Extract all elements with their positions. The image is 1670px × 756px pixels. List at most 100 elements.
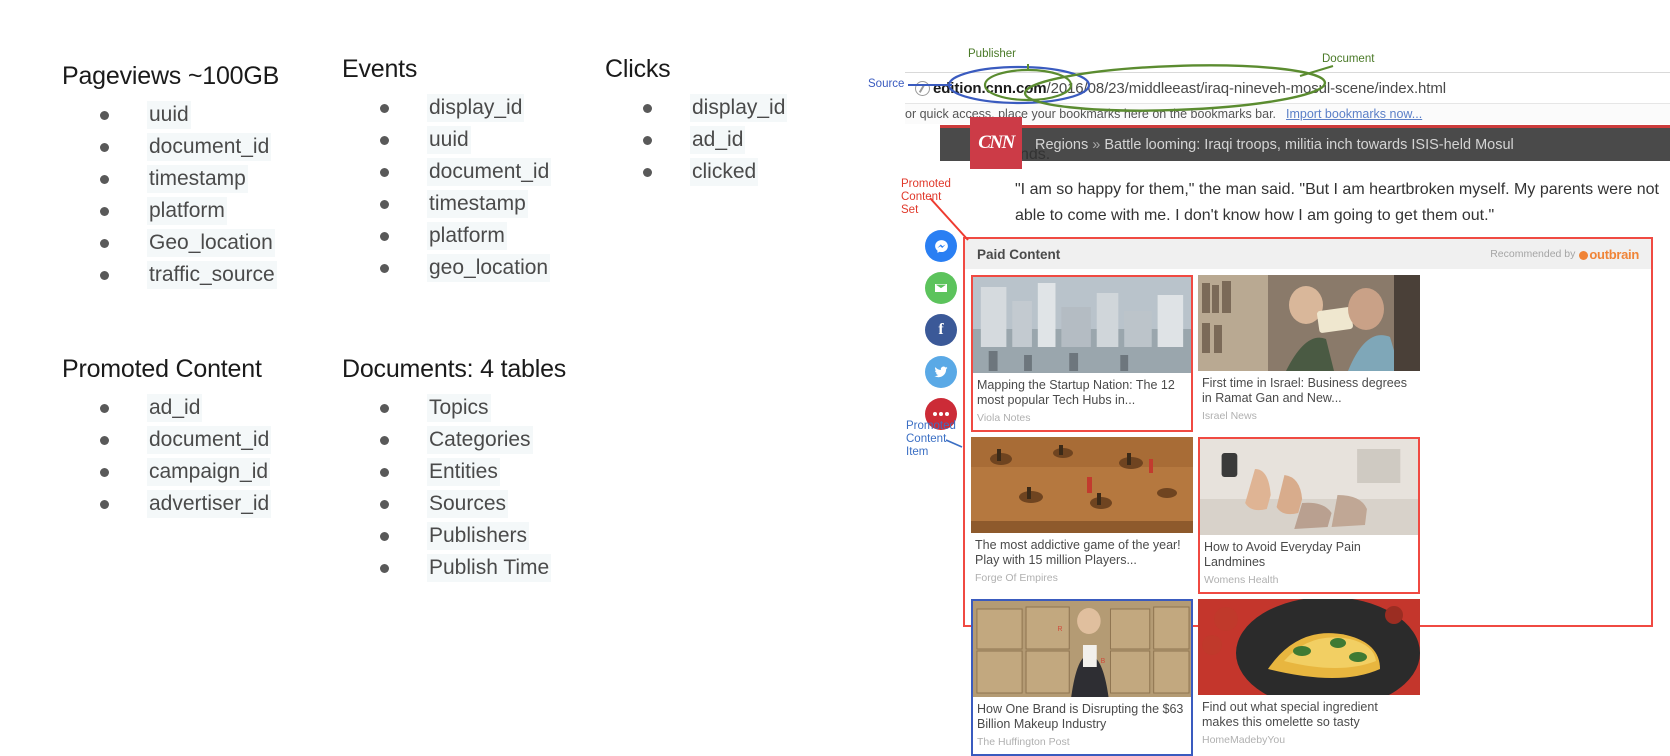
schema-title: Events	[342, 55, 418, 83]
field-label: platform	[147, 197, 227, 225]
field-label: timestamp	[427, 190, 528, 218]
field-row: uuid	[62, 99, 279, 131]
field-list: display_id ad_id clicked	[605, 92, 788, 188]
card-thumbnail-feet-heels	[1200, 439, 1418, 535]
field-row: geo_location	[342, 252, 551, 284]
field-label: Publish Time	[427, 554, 552, 582]
bullet-icon	[380, 435, 389, 445]
schema-title: Clicks	[605, 55, 671, 83]
field-label: traffic_source	[147, 261, 277, 289]
field-row: clicked	[605, 156, 787, 188]
field-row: uuid	[342, 124, 551, 156]
field-list: ad_id document_id campaign_id advertiser…	[62, 392, 272, 520]
field-label: Sources	[427, 490, 509, 518]
field-label: display_id	[690, 94, 788, 122]
field-label: display_id	[427, 94, 525, 122]
url-source-part: edition.	[933, 79, 986, 97]
svg-text:B: B	[1101, 658, 1106, 665]
facebook-icon[interactable]: f	[925, 314, 957, 346]
field-row: Publishers	[342, 520, 566, 552]
field-row: platform	[342, 220, 551, 252]
cnn-logo[interactable]: CNN	[970, 117, 1022, 169]
schema-block-documents: Documents: 4 tables Topics Categories En…	[342, 355, 566, 584]
bullet-icon	[380, 467, 389, 477]
bullet-icon	[100, 270, 109, 280]
field-label: document_id	[147, 426, 272, 454]
import-bookmarks-link[interactable]: Import bookmarks now...	[1286, 107, 1422, 121]
promoted-content-item[interactable]: RB How One Brand is Disrupting the $63 B…	[971, 599, 1193, 756]
bullet-icon	[380, 403, 389, 413]
email-icon[interactable]	[925, 272, 957, 304]
cnn-breadcrumb: Regions » Battle looming: Iraqi troops, …	[1035, 137, 1514, 153]
field-label: ad_id	[690, 126, 746, 154]
bullet-icon	[380, 167, 389, 177]
slide-root: Pageviews ~100GB uuid document_id timest…	[0, 0, 1670, 756]
messenger-icon[interactable]	[925, 230, 957, 262]
outbrain-logo[interactable]: outbrain	[1579, 247, 1639, 262]
schema-block-promoted-content: Promoted Content ad_id document_id campa…	[62, 355, 272, 520]
bullet-icon	[380, 563, 389, 573]
bullet-icon	[643, 135, 652, 145]
card-source: The Huffington Post	[977, 736, 1070, 748]
bullet-icon	[100, 499, 109, 509]
schema-block-pageviews: Pageviews ~100GB uuid document_id timest…	[62, 62, 279, 291]
field-label: geo_location	[427, 254, 551, 282]
promoted-card-grid: Mapping the Startup Nation: The 12 most …	[965, 269, 1651, 756]
card-source: Israel News	[1202, 410, 1257, 422]
bullet-icon	[100, 403, 109, 413]
card-source: Forge Of Empires	[975, 572, 1058, 584]
field-label: uuid	[147, 101, 191, 129]
article-headline[interactable]: Battle looming: Iraqi troops, militia in…	[1104, 137, 1513, 153]
url-path-part: /2016/08/23/middleeast/iraq-nineveh-mosu…	[1046, 79, 1447, 97]
paid-content-header: Paid Content Recommended by outbrain	[965, 239, 1651, 269]
field-row: display_id	[605, 92, 788, 124]
promoted-content-item[interactable]: How to Avoid Everyday Pain Landmines Wom…	[1198, 437, 1420, 594]
url-bar[interactable]: edition.cnn.com/2016/08/23/middleeast/ir…	[905, 72, 1670, 104]
field-row: document_id	[62, 424, 272, 456]
field-row: Topics	[342, 392, 566, 424]
svg-text:R: R	[1057, 626, 1062, 633]
field-label: Publishers	[427, 522, 530, 550]
bullet-icon	[100, 110, 109, 120]
promoted-content-item[interactable]: First time in Israel: Business degrees i…	[1198, 275, 1420, 432]
field-label: document_id	[147, 133, 272, 161]
twitter-icon[interactable]	[925, 356, 957, 388]
bullet-icon	[643, 167, 652, 177]
url-publisher-part: cnn.com	[985, 79, 1047, 97]
promoted-content-set: Paid Content Recommended by outbrain Map…	[963, 237, 1653, 756]
field-label: Entities	[427, 458, 500, 486]
field-row: platform	[62, 195, 279, 227]
bookmarks-hint: or quick access, place your bookmarks he…	[905, 107, 1277, 121]
field-list: uuid document_id timestamp platform Geo_…	[62, 99, 279, 291]
bullet-icon	[380, 103, 389, 113]
card-thumbnail-city-skyline	[973, 277, 1191, 373]
card-thumbnail-man-boxes: RB	[973, 601, 1191, 697]
annotation-promoted-content-item-label: Promoted Content Item	[906, 420, 956, 458]
article-paragraph: "I am so happy for them," the man said. …	[1015, 181, 1659, 224]
field-row: document_id	[342, 156, 552, 188]
bullet-icon	[100, 435, 109, 445]
promoted-content-item[interactable]: The most addictive game of the year! Pla…	[971, 437, 1193, 594]
bullet-icon	[380, 531, 389, 541]
field-row: Categories	[342, 424, 566, 456]
bullet-icon	[100, 467, 109, 477]
field-row: display_id	[342, 92, 551, 124]
browser-screenshot: edition.cnn.com/2016/08/23/middleeast/ir…	[905, 62, 1670, 756]
card-title: How One Brand is Disrupting the $63 Bill…	[977, 702, 1184, 731]
promoted-content-item[interactable]: Mapping the Startup Nation: The 12 most …	[971, 275, 1193, 432]
field-row: timestamp	[62, 163, 279, 195]
card-source: Womens Health	[1204, 574, 1279, 586]
field-row: Geo_location	[62, 227, 279, 259]
bullet-icon	[380, 499, 389, 509]
field-row: Sources	[342, 488, 566, 520]
schema-title: Documents: 4 tables	[342, 355, 567, 383]
field-list: Topics Categories Entities Sources Publi…	[342, 392, 566, 584]
bullet-icon	[100, 174, 109, 184]
promoted-content-item[interactable]: Find out what special ingredient makes t…	[1198, 599, 1420, 756]
card-thumbnail-library-students	[1198, 275, 1420, 371]
field-label: document_id	[427, 158, 552, 186]
card-thumbnail-battle-game	[971, 437, 1193, 533]
breadcrumb-separator: »	[1092, 137, 1101, 153]
card-title: How to Avoid Everyday Pain Landmines	[1204, 540, 1361, 569]
breadcrumb-section[interactable]: Regions	[1035, 137, 1088, 153]
